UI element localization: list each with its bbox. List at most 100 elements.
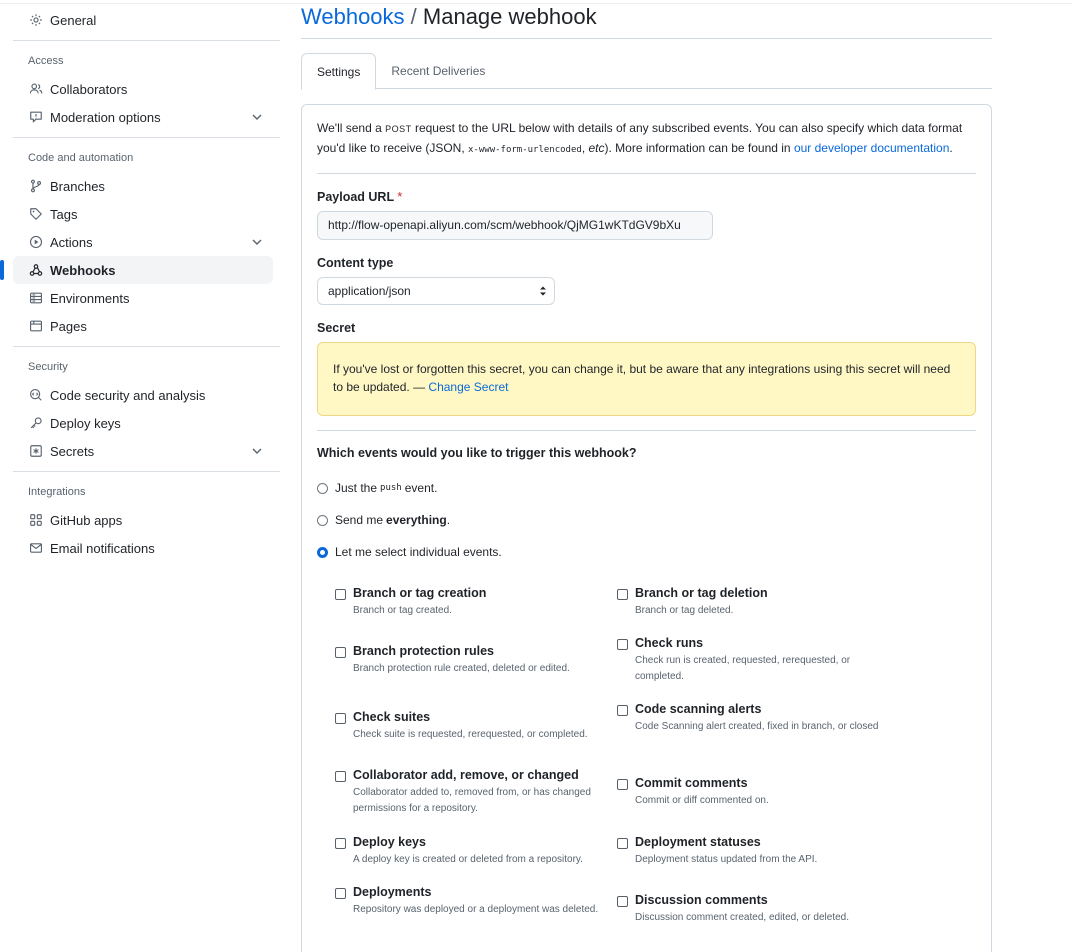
event-description: Discussion comment created, edited, or d…: [635, 912, 849, 923]
event-checkbox[interactable]: [335, 771, 346, 782]
divider: [13, 346, 280, 347]
server-icon: [28, 290, 44, 306]
sidebar-item-general[interactable]: General: [13, 6, 273, 34]
events-question: Which events would you like to trigger t…: [317, 446, 637, 460]
sidebar-item-label: General: [50, 12, 97, 28]
sidebar-item-secrets[interactable]: Secrets: [13, 437, 273, 465]
developer-docs-link[interactable]: our developer documentation: [794, 141, 949, 155]
radio-label: .: [446, 513, 451, 527]
event-radio-group: Just the push event. Send me everything. Le…: [317, 472, 976, 568]
sidebar-item-moderation-options[interactable]: Moderation options: [13, 103, 273, 131]
radio-button[interactable]: [317, 482, 328, 494]
sidebar-item-label: Deploy keys: [50, 415, 121, 431]
sidebar-item-collaborators[interactable]: Collaborators: [13, 75, 273, 103]
secret-label: Secret: [317, 321, 356, 335]
sidebar-item-deploy-keys[interactable]: Deploy keys: [13, 409, 273, 437]
intro-part: ). More information can be found in: [604, 141, 794, 155]
event-name: Deploy keys: [353, 835, 426, 849]
post-keyword: POST: [385, 124, 412, 134]
payload-url-label: Payload URL *: [317, 189, 976, 205]
event-description: Repository was deployed or a deployment …: [353, 904, 599, 915]
urlencoded-code: x-www-form-urlencoded: [468, 145, 582, 155]
tab-settings[interactable]: Settings: [301, 53, 377, 90]
event-description: Collaborator added to, removed from, or …: [353, 787, 591, 814]
event-checkbox[interactable]: [617, 705, 628, 716]
sidebar-item-tags[interactable]: Tags: [13, 200, 273, 228]
divider: [13, 137, 280, 138]
key-asterisk-icon: [28, 443, 44, 459]
event-name: Deployments: [353, 885, 432, 899]
event-checkbox[interactable]: [617, 779, 628, 790]
event-checkbox[interactable]: [335, 647, 346, 658]
change-secret-link[interactable]: Change Secret: [428, 380, 508, 394]
title-divider: [301, 38, 992, 39]
secret-message: If you've lost or forgotten this secret,…: [333, 362, 951, 394]
gear-icon: [28, 12, 44, 28]
event-name: Commit comments: [635, 776, 748, 790]
group-title-access: Access: [28, 55, 64, 67]
event-checkbox[interactable]: [617, 896, 628, 907]
sidebar-item-label: Collaborators: [50, 81, 128, 97]
event-description: Branch or tag deleted.: [635, 605, 734, 616]
event-name: Branch protection rules: [353, 644, 494, 658]
settings-sidebar: General Access Collaborators Moderation …: [0, 0, 280, 562]
event-name: Check suites: [353, 710, 431, 724]
radio-push-event[interactable]: Just the push event.: [317, 472, 976, 504]
event-description: Branch or tag created.: [353, 605, 452, 616]
radio-button-checked[interactable]: [317, 546, 328, 558]
secret-warning-flash: If you've lost or forgotten this secret,…: [317, 342, 976, 416]
payload-url-input[interactable]: http://flow-openapi.aliyun.com/scm/webho…: [317, 211, 713, 240]
sidebar-item-email-notifications[interactable]: Email notifications: [13, 534, 273, 562]
event-description: Code Scanning alert created, fixed in br…: [635, 721, 879, 732]
radio-label: Just the: [335, 481, 378, 495]
event-name: Collaborator add, remove, or changed: [353, 768, 579, 782]
sidebar-item-label: GitHub apps: [50, 512, 123, 528]
sidebar-item-code-security[interactable]: Code security and analysis: [13, 381, 273, 409]
content-type-select[interactable]: application/json: [317, 277, 555, 305]
sidebar-item-actions[interactable]: Actions: [13, 228, 273, 256]
event-name: Branch or tag deletion: [635, 586, 768, 600]
apps-icon: [28, 512, 44, 528]
sidebar-item-label: Secrets: [50, 443, 95, 459]
required-asterisk: *: [397, 190, 403, 204]
radio-label-bold: everything: [386, 513, 447, 527]
play-icon: [28, 234, 44, 250]
sidebar-item-github-apps[interactable]: GitHub apps: [13, 506, 273, 534]
sidebar-item-branches[interactable]: Branches: [13, 172, 273, 200]
sidebar-item-webhooks[interactable]: Webhooks: [0, 256, 273, 284]
event-name: Branch or tag creation: [353, 586, 487, 600]
event-checkbox[interactable]: [335, 713, 346, 724]
group-title-code-automation: Code and automation: [28, 152, 134, 164]
event-description: Commit or diff commented on.: [635, 795, 769, 806]
radio-label: Let me select individual events.: [335, 545, 502, 559]
tag-icon: [28, 206, 44, 222]
event-checkbox[interactable]: [617, 589, 628, 600]
sidebar-item-label: Tags: [50, 206, 78, 222]
event-description: Branch protection rule created, deleted …: [353, 663, 570, 674]
event-checkbox[interactable]: [335, 589, 346, 600]
event-checkbox[interactable]: [335, 888, 346, 899]
webhook-form: We'll send a POST request to the URL bel…: [301, 104, 992, 952]
webhook-icon: [28, 262, 44, 278]
event-checkbox[interactable]: [617, 838, 628, 849]
radio-button[interactable]: [317, 514, 328, 526]
event-checkbox[interactable]: [617, 639, 628, 650]
sidebar-item-pages[interactable]: Pages: [13, 312, 273, 340]
event-checkbox[interactable]: [335, 838, 346, 849]
sidebar-item-environments[interactable]: Environments: [13, 284, 273, 312]
breadcrumb-webhooks-link[interactable]: Webhooks: [301, 4, 405, 29]
tab-bar: Settings Recent Deliveries: [301, 53, 992, 90]
divider: [13, 471, 280, 472]
individual-events-grid: Branch or tag creation Branch or tag crea…: [317, 576, 976, 952]
key-icon: [28, 415, 44, 431]
radio-select-individual[interactable]: Let me select individual events.: [317, 536, 976, 568]
chevron-down-icon[interactable]: [249, 443, 265, 459]
chevron-down-icon[interactable]: [249, 234, 265, 250]
radio-everything[interactable]: Send me everything.: [317, 504, 976, 536]
radio-label: event.: [404, 481, 438, 495]
chevron-down-icon[interactable]: [249, 109, 265, 125]
event-description: Check run is created, requested, rereque…: [635, 655, 851, 682]
main-content: Webhooks / Manage webhook Settings Recen…: [301, 0, 992, 952]
tab-recent-deliveries[interactable]: Recent Deliveries: [376, 53, 500, 89]
content-type-label: Content type: [317, 256, 394, 270]
